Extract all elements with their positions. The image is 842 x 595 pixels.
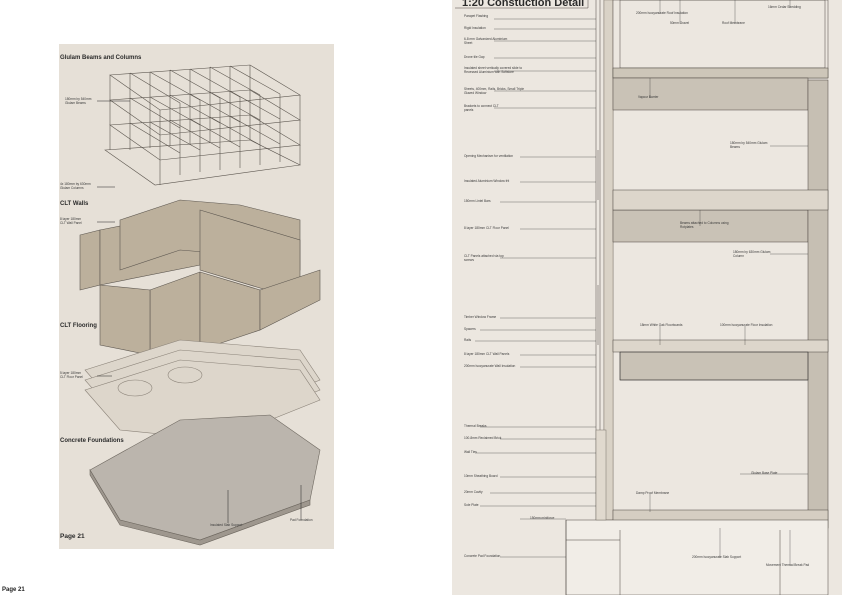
detail-label-left: Sheets, 400mm, Rails, Bricks, Small Trip…: [464, 87, 525, 95]
detail-label-left: Drone tile Gap: [464, 55, 485, 59]
detail-label-right: 100mm Isocyanurate Floor Insulation: [720, 323, 773, 327]
detail-label-left: Spacers: [464, 327, 476, 331]
detail-label-right: Beams attached to Columns using Rotplate…: [680, 221, 729, 229]
detail-label-left: Thermal Breaks: [464, 424, 487, 428]
detail-label-right: Glulam Base Plate: [751, 471, 778, 475]
detail-label-left: Parapet Flashing: [464, 14, 489, 18]
detail-label-left: 150mm Lintel Bars: [464, 199, 491, 203]
detail-label-right: 16mm Cedar Shedding: [768, 5, 801, 9]
detail-label-left: Rigid Insulation: [464, 26, 486, 30]
detail-label-left: 20mm Cavity: [464, 490, 483, 494]
detail-label-left: Opening Mechanism for ventilation: [464, 154, 514, 158]
section-detail-drawing: [455, 0, 829, 595]
detail-label-left: Insulated Aluminium Window frit: [464, 179, 510, 183]
detail-label-right: 50mm Gravel: [670, 21, 690, 25]
detail-label-right: 200mm Isocyanurate Slab Support: [692, 555, 742, 559]
detail-label-right: 180mm by 540mm Glulam Beams: [730, 141, 768, 149]
detail-label-left: Wall Ties: [464, 450, 477, 454]
detail-label-right: Damp Proof Membrane: [636, 491, 670, 495]
detail-label-left: 6-8 mm Galvanized Aluminium Sheet: [464, 37, 508, 45]
detail-label-right: Vapour Barrier: [638, 95, 659, 99]
detail-label-left: 8 layer 180mm CLT Wall Panels: [464, 352, 510, 356]
detail-label-left: Concrete Pad Foundation: [464, 554, 501, 558]
detail-label-right: Roof Membrane: [722, 21, 745, 25]
detail-label-left: 100-8mm Reclaimed Brick: [464, 436, 502, 440]
detail-label-right: 200mm Isocyanurate Roof Insulation: [636, 11, 688, 15]
detail-label-left: Timber Window Frame: [464, 315, 497, 319]
detail-label-left: 200mm Isocyanurate Wall Insulation: [464, 364, 516, 368]
detail-label-left: CLT Panels attached via top screws: [464, 254, 504, 262]
detail-label-left: 10mm Sheathing Board: [464, 474, 498, 478]
detail-label-right: Movement Thermal Break Pad: [766, 563, 810, 567]
detail-label-left: Insulated sheet vertically covered slide…: [464, 66, 523, 74]
detail-label-left: Sole Plate: [464, 503, 479, 507]
detail-label-right: 18mm White Oak Floorboards: [640, 323, 683, 327]
detail-label-left: Rails: [464, 338, 472, 342]
detail-label-right: 180mm by 630mm Glulam Column: [733, 250, 771, 258]
detail-label-left: 8 layer 180mm CLT Floor Panel: [464, 226, 509, 230]
detail-label-left: Brackets to connect CLT panels: [464, 104, 499, 112]
detail-label-left: 150mm miniforce: [530, 516, 555, 520]
